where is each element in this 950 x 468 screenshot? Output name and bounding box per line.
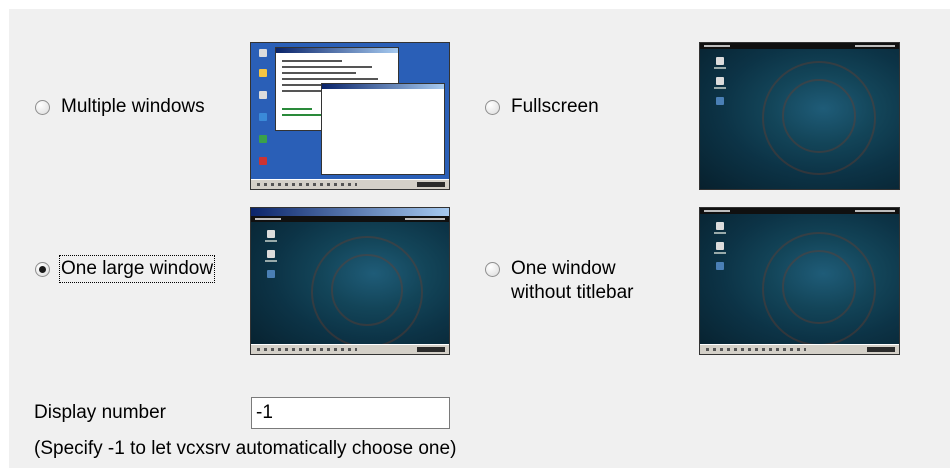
one-large-window-option[interactable]: One large window — [35, 255, 216, 283]
desktop-icon — [716, 57, 724, 65]
one-large-window-label: One large window — [58, 255, 216, 283]
one-window-without-titlebar-radio[interactable] — [485, 262, 500, 277]
one-window-without-titlebar-option[interactable]: One window without titlebar — [485, 257, 634, 305]
fullscreen-label: Fullscreen — [511, 96, 599, 117]
fullscreen-option[interactable]: Fullscreen — [485, 95, 599, 119]
desktop-icon — [716, 77, 724, 85]
desktop-icon — [716, 262, 724, 270]
fullscreen-radio[interactable] — [485, 99, 500, 115]
multiple-windows-radio[interactable] — [35, 99, 50, 115]
one-large-window-preview — [250, 207, 450, 355]
display-number-input[interactable] — [251, 397, 450, 429]
multiple-windows-label: Multiple windows — [61, 96, 205, 117]
editor-window-preview — [321, 83, 445, 175]
desktop-icon — [259, 49, 267, 57]
one-window-label-line2: without titlebar — [511, 282, 634, 303]
desktop-icon — [716, 242, 724, 250]
taskbar-preview — [700, 344, 899, 354]
desktop-icon — [259, 157, 267, 165]
fullscreen-preview — [699, 42, 900, 190]
taskbar-preview — [251, 344, 449, 354]
desktop-icon — [716, 97, 724, 105]
multiple-windows-option[interactable]: Multiple windows — [35, 95, 205, 119]
one-large-window-radio[interactable] — [35, 261, 50, 277]
desktop-icon — [259, 91, 267, 99]
display-number-hint: (Specify -1 to let vcxsrv automatically … — [34, 438, 457, 459]
desktop-icon — [259, 69, 267, 77]
multiple-windows-preview — [250, 42, 450, 190]
desktop-icon — [716, 222, 724, 230]
desktop-icon — [259, 113, 267, 121]
desktop-icon — [267, 270, 275, 278]
one-window-label-line1: One window — [511, 258, 616, 279]
desktop-icon — [267, 250, 275, 258]
desktop-icon — [267, 230, 275, 238]
desktop-icon — [259, 135, 267, 143]
taskbar-preview — [251, 179, 449, 189]
display-number-label: Display number — [34, 402, 166, 423]
one-window-without-titlebar-preview — [699, 207, 900, 355]
